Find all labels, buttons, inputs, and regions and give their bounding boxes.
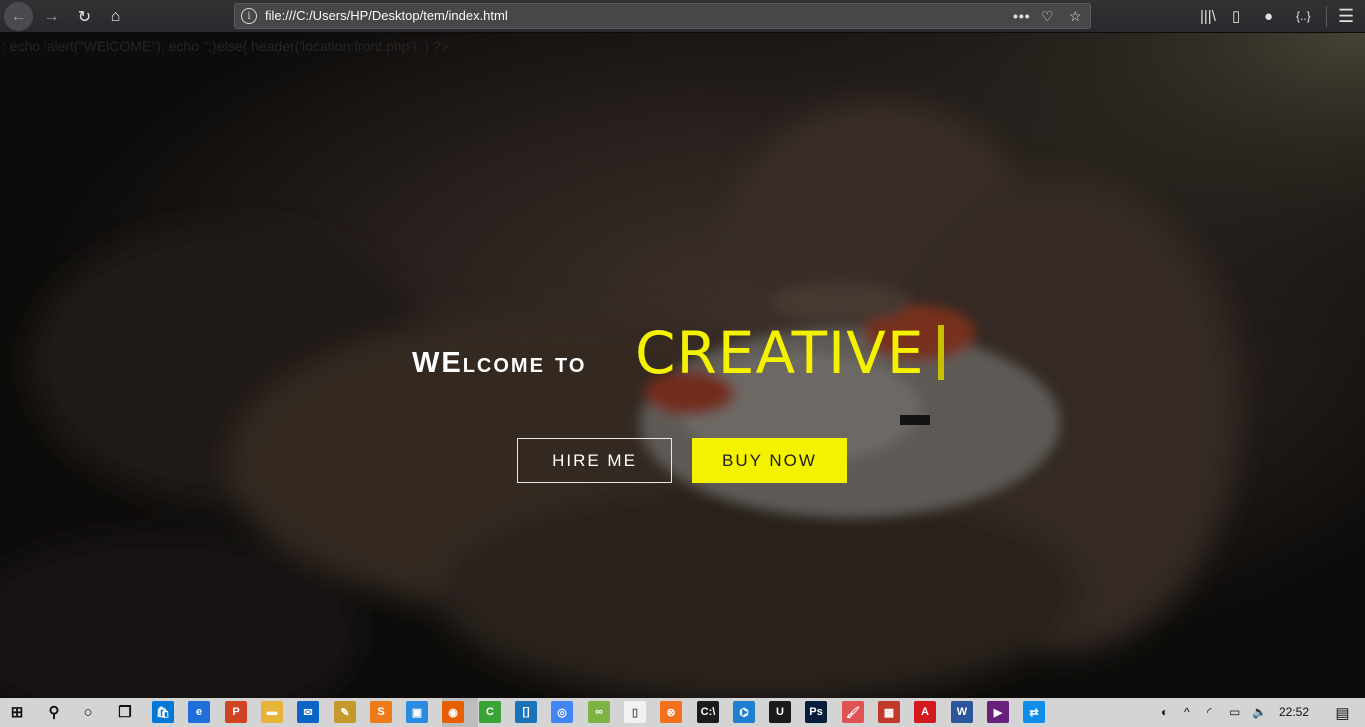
page-actions-icon[interactable]: ••• [1013, 6, 1031, 26]
back-button[interactable]: ← [4, 2, 33, 31]
taskbar-teamviewer-icon[interactable]: ⇄ [1023, 701, 1045, 723]
site-info-icon[interactable]: i [241, 8, 257, 24]
taskbar-word-icon[interactable]: W [951, 701, 973, 723]
taskbar-store-icon[interactable]: 🛍 [152, 701, 174, 723]
typing-cursor [938, 325, 944, 380]
notifications-icon: ▤ [1335, 704, 1350, 722]
web-page: ; echo 'alert("WElCOME"); echo '';}else{… [0, 33, 1365, 698]
volume-icon[interactable]: 🔈 [1252, 698, 1267, 727]
taskbar-sublime-icon[interactable]: S [370, 701, 392, 723]
extension-icon[interactable]: {..} [1296, 0, 1311, 33]
search-button[interactable]: ⚲ [43, 701, 65, 723]
cortana-icon: ○ [83, 703, 93, 721]
reload-icon: ↻ [77, 8, 92, 26]
taskbar-edge-icon[interactable]: e [188, 701, 210, 723]
taskbar-bracket-app-icon[interactable]: [] [515, 701, 537, 723]
battery-icon[interactable]: ▭ [1229, 698, 1240, 727]
taskbar-visual-studio-icon[interactable]: ▶ [987, 701, 1009, 723]
brand-typewriter-text: CREATIVE [635, 319, 925, 387]
bookmark-star-icon[interactable]: ☆ [1069, 6, 1082, 26]
task-view-icon: ❐ [118, 704, 132, 721]
taskbar-file-explorer-icon[interactable]: ▬ [261, 701, 283, 723]
taskbar-colors-app-icon[interactable]: ▦ [878, 701, 900, 723]
wifi-icon[interactable]: ◜ [1207, 698, 1212, 727]
cortana-button[interactable]: ○ [77, 701, 99, 723]
taskbar-xampp-icon[interactable]: ⊗ [660, 701, 682, 723]
taskbar-photos-icon[interactable]: ▣ [406, 701, 428, 723]
taskbar-acrobat-icon[interactable]: A [914, 701, 936, 723]
task-view-button[interactable]: ❐ [114, 701, 136, 723]
taskbar-chrome-icon[interactable]: ◎ [551, 701, 573, 723]
tray-chevron-icon[interactable]: ^ [1184, 698, 1190, 727]
action-center-button[interactable]: ▤ [1320, 698, 1365, 727]
tray-app-icon[interactable]: ◐ [1161, 698, 1168, 727]
taskbar-powerpoint-icon[interactable]: P [225, 701, 247, 723]
taskbar-cmd-icon[interactable]: C:\ [697, 701, 719, 723]
taskbar-photoshop-icon[interactable]: Ps [805, 701, 827, 723]
toolbar-divider [1326, 6, 1327, 27]
taskbar-paint-icon[interactable]: 🖌 [842, 701, 864, 723]
reload-button[interactable]: ↻ [70, 2, 99, 31]
taskbar-android-icon[interactable]: ∞ [588, 701, 610, 723]
home-icon: ⌂ [110, 7, 121, 25]
taskbar-notepad-icon[interactable]: ▯ [624, 701, 646, 723]
forward-button[interactable]: → [37, 2, 66, 31]
start-button[interactable]: ⊞ [6, 701, 28, 723]
hire-me-button[interactable]: HIRE ME [517, 438, 672, 483]
search-icon: ⚲ [48, 704, 60, 721]
buy-now-button[interactable]: BUY NOW [692, 438, 847, 483]
address-bar[interactable]: i file:///C:/Users/HP/Desktop/tem/index.… [234, 3, 1091, 29]
forward-arrow-icon: → [43, 7, 60, 25]
php-source-text: ; echo 'alert("WElCOME"); echo '';}else{… [2, 38, 450, 54]
hamburger-menu-icon[interactable]: ☰ [1338, 0, 1354, 33]
taskbar-firefox-icon[interactable]: ◉ [442, 701, 464, 723]
welcome-text: WElcome to [412, 347, 587, 379]
sidebar-icon[interactable]: ▯ [1232, 0, 1240, 33]
back-arrow-icon: ← [10, 7, 27, 25]
taskbar-upwork-icon[interactable]: U [769, 701, 791, 723]
account-icon[interactable]: ● [1264, 0, 1273, 33]
windows-taskbar: ⊞ ⚲ ○ ❐ 🛍 e P ▬ ✉ ✎ S ▣ ◉ C[] ◎ ∞ ▯ ⊗ C:\ ⌬ U Ps 🖌 ▦ A W ▶ ⇄ ◐ … [0, 698, 1365, 727]
home-button[interactable]: ⌂ [101, 2, 130, 31]
browser-toolbar: ← → ↻ ⌂ i file:///C:/Users/HP/Desktop/te… [0, 0, 1365, 33]
address-input[interactable]: file:///C:/Users/HP/Desktop/tem/index.ht… [265, 8, 508, 23]
taskbar-camtasia-icon[interactable]: C [479, 701, 501, 723]
clock[interactable]: 22:52 [1279, 698, 1309, 727]
taskbar-settings-app-icon[interactable]: ✎ [334, 701, 356, 723]
windows-logo-icon: ⊞ [10, 704, 24, 721]
pocket-icon[interactable]: ♡ [1041, 6, 1054, 26]
taskbar-vscode-icon[interactable]: ⌬ [733, 701, 755, 723]
taskbar-mail-icon[interactable]: ✉ [297, 701, 319, 723]
library-icon[interactable]: |||\ [1200, 0, 1216, 33]
